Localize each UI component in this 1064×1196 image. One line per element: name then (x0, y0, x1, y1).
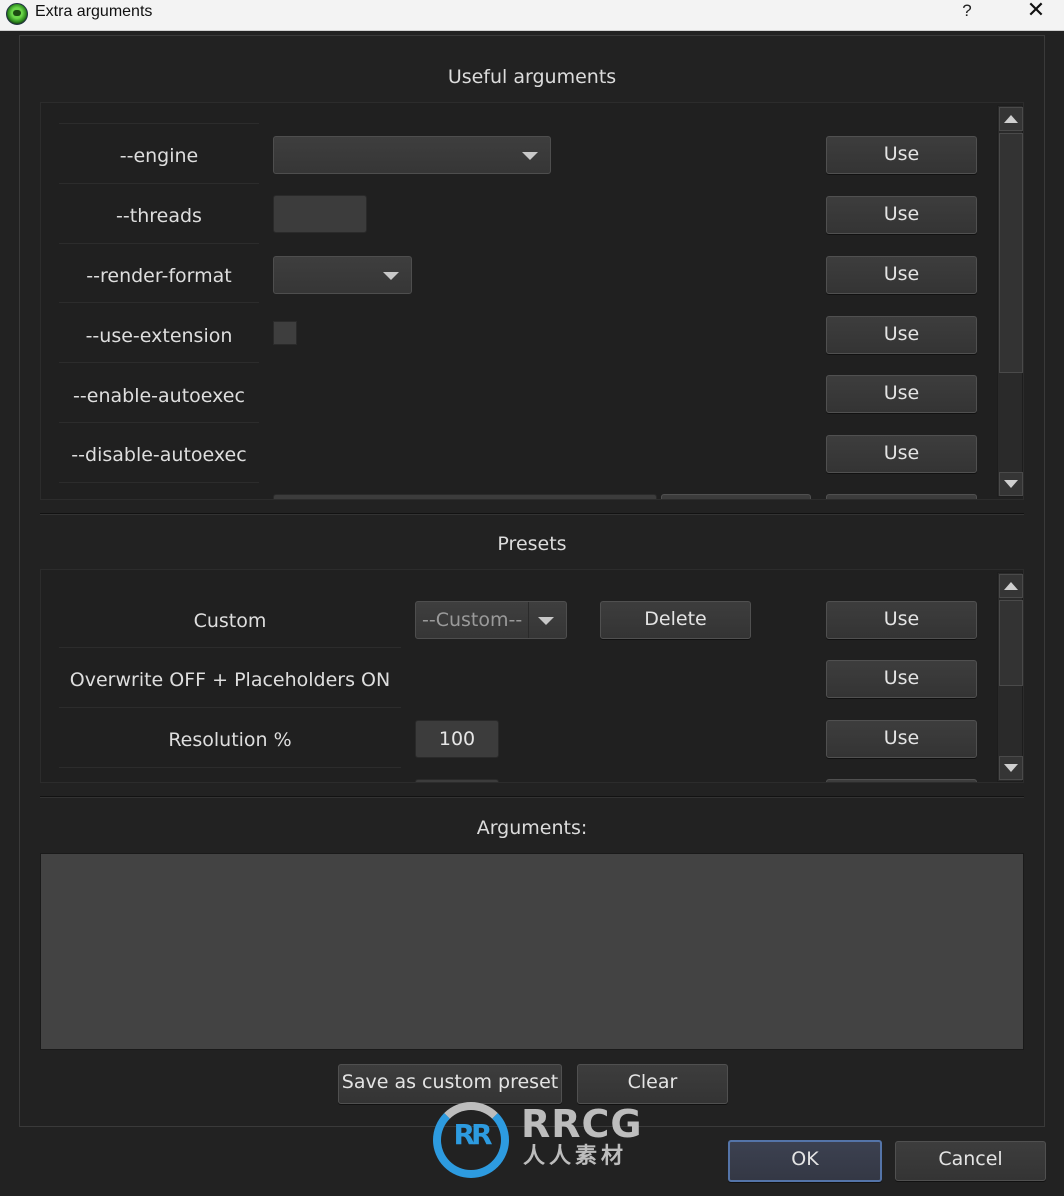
row-separator (59, 302, 259, 303)
partial-row-input[interactable] (273, 494, 657, 499)
caret-icon: ^ (1052, 0, 1063, 8)
chevron-down-icon (538, 617, 554, 625)
row-separator (59, 123, 259, 124)
section-divider (40, 513, 1024, 515)
cancel-button[interactable]: Cancel (895, 1141, 1046, 1181)
use-overwrite-preset-button[interactable]: Use (826, 660, 977, 698)
use-disable-autoexec-button[interactable]: Use (826, 435, 977, 473)
watermark-logo-text: RR (453, 1118, 492, 1151)
scroll-up-icon[interactable] (999, 574, 1023, 598)
arg-label-use-extension: --use-extension (85, 325, 233, 347)
row-separator (59, 422, 259, 423)
watermark-title: RRCG (521, 1102, 643, 1146)
close-button[interactable]: ✕ (1018, 0, 1054, 24)
arguments-textarea[interactable] (40, 853, 1024, 1050)
use-resolution-preset-button[interactable]: Use (826, 720, 977, 758)
preset-label-resolution: Resolution % (168, 729, 292, 751)
partial-preset-input[interactable] (415, 779, 499, 782)
useful-arguments-title: Useful arguments (447, 66, 617, 88)
preset-label-custom: Custom (193, 610, 267, 632)
useful-arguments-scroll-area: --engine Use --threads Use --render-form… (40, 102, 1024, 500)
presets-title: Presets (497, 533, 567, 555)
row-separator (59, 647, 401, 648)
engine-combo[interactable] (273, 136, 551, 174)
combo-divider (528, 602, 529, 638)
scroll-down-icon[interactable] (999, 756, 1023, 780)
presets-scrollbar[interactable] (997, 572, 1023, 782)
clear-button[interactable]: Clear (577, 1064, 728, 1104)
presets-scroll-area: Custom --Custom-- Delete Use Overwrite O… (40, 569, 1024, 783)
scroll-up-icon[interactable] (999, 107, 1023, 131)
use-extension-button[interactable]: Use (826, 316, 977, 354)
use-render-format-button[interactable]: Use (826, 256, 977, 294)
threads-input[interactable] (273, 195, 367, 233)
scrollbar-thumb[interactable] (999, 133, 1023, 373)
render-format-combo[interactable] (273, 256, 412, 294)
row-separator (59, 767, 401, 768)
use-custom-preset-button[interactable]: Use (826, 601, 977, 639)
arg-label-disable-autoexec: --disable-autoexec (71, 444, 247, 466)
arg-label-enable-autoexec: --enable-autoexec (73, 385, 245, 407)
delete-preset-button[interactable]: Delete (600, 601, 751, 639)
partial-preset-use-button[interactable] (826, 779, 977, 782)
use-extension-checkbox[interactable] (273, 321, 297, 345)
watermark: RR RRCG 人人素材 (433, 1100, 642, 1180)
partial-row-use-button[interactable] (826, 494, 977, 499)
use-engine-button[interactable]: Use (826, 136, 977, 174)
custom-preset-value: --Custom-- (422, 609, 523, 631)
scroll-down-icon[interactable] (999, 472, 1023, 496)
preset-label-overwrite: Overwrite OFF + Placeholders ON (69, 669, 391, 691)
row-separator (59, 482, 259, 483)
ok-button[interactable]: OK (728, 1140, 882, 1182)
scrollbar-thumb[interactable] (999, 600, 1023, 686)
chevron-down-icon (522, 152, 538, 160)
title-bar: Extra arguments ? ✕ ^ (0, 0, 1064, 31)
save-custom-preset-button[interactable]: Save as custom preset (338, 1064, 562, 1104)
resolution-input[interactable]: 100 (415, 720, 499, 758)
arguments-title: Arguments: (476, 817, 588, 839)
arg-label-threads: --threads (116, 205, 202, 227)
window-title: Extra arguments (35, 3, 153, 20)
watermark-subtitle: 人人素材 (523, 1144, 628, 1169)
row-separator (59, 183, 259, 184)
partial-row-button[interactable] (661, 494, 811, 499)
row-separator (59, 243, 259, 244)
arg-label-render-format: --render-format (86, 265, 232, 287)
use-enable-autoexec-button[interactable]: Use (826, 375, 977, 413)
section-divider (40, 796, 1024, 798)
arg-label-engine: --engine (119, 145, 199, 167)
use-threads-button[interactable]: Use (826, 196, 977, 234)
custom-preset-combo[interactable]: --Custom-- (415, 601, 567, 639)
chevron-down-icon (383, 272, 399, 280)
row-separator (59, 707, 401, 708)
app-icon (6, 3, 28, 25)
row-separator (59, 362, 259, 363)
useful-arguments-scrollbar[interactable] (997, 105, 1023, 497)
help-button[interactable]: ? (952, 0, 982, 24)
